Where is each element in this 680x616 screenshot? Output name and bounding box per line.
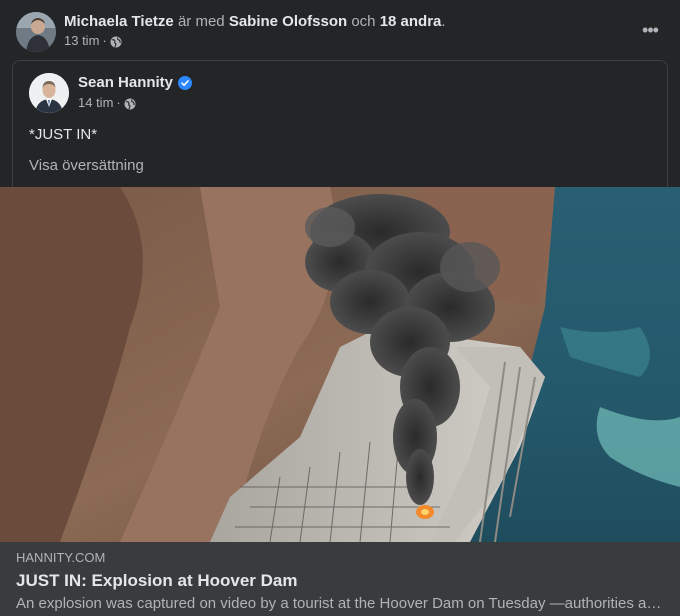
shared-post-time[interactable]: 14 tim — [78, 94, 113, 112]
link-domain: HANNITY.COM — [16, 550, 106, 565]
author-avatar[interactable] — [16, 12, 56, 52]
shared-author-avatar[interactable] — [29, 73, 69, 113]
sharer-line: Michaela Tietze är med Sabine Olofsson o… — [64, 12, 446, 32]
link-image[interactable] — [0, 187, 680, 542]
and-text: och — [351, 13, 376, 30]
link-description: An explosion was captured on video by a … — [16, 595, 664, 612]
tagged-person[interactable]: Sabine Olofsson — [229, 13, 347, 30]
post-time[interactable]: 13 tim — [64, 32, 99, 50]
more-options-button[interactable]: ••• — [636, 16, 664, 44]
globe-icon[interactable] — [110, 35, 122, 48]
verified-badge-icon — [178, 76, 193, 90]
facebook-post: Michaela Tietze är med Sabine Olofsson o… — [0, 0, 680, 616]
meta-separator: · — [116, 95, 121, 110]
post-meta: 13 tim · — [64, 32, 122, 50]
shared-post-text: *JUST IN* — [29, 126, 98, 143]
link-preview[interactable]: HANNITY.COM JUST IN: Explosion at Hoover… — [0, 542, 680, 616]
period: . — [441, 13, 446, 30]
see-translation-link[interactable]: Visa översättning — [29, 156, 144, 176]
globe-icon[interactable] — [124, 97, 136, 110]
shared-author-line: Sean Hannity — [78, 73, 193, 93]
post-header: Michaela Tietze är med Sabine Olofsson o… — [16, 12, 664, 52]
with-text: är med — [177, 13, 225, 30]
meta-separator: · — [102, 33, 107, 48]
link-title[interactable]: JUST IN: Explosion at Hoover Dam — [16, 570, 664, 592]
shared-post-header: Sean Hannity 14 tim · — [29, 73, 629, 113]
tagged-others[interactable]: 18 andra — [380, 13, 442, 30]
author-name[interactable]: Michaela Tietze — [64, 13, 174, 30]
shared-author-name[interactable]: Sean Hannity — [78, 73, 173, 93]
shared-post-meta: 14 tim · — [78, 94, 136, 112]
